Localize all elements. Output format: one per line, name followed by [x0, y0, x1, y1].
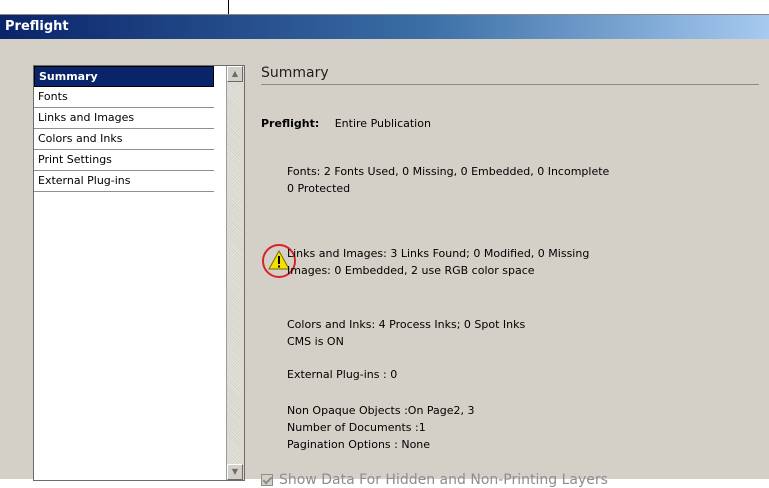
text-cursor — [228, 0, 229, 14]
preflight-row: Preflight: Entire Publication — [261, 117, 431, 130]
plugins-summary: External Plug-ins : 0 — [287, 368, 398, 381]
sidebar-item-external-plug-ins[interactable]: External Plug-ins — [34, 171, 214, 192]
links-line-1: Links and Images: 3 Links Found; 0 Modif… — [287, 247, 590, 260]
misc-summary: Non Opaque Objects :On Page2, 3 Number o… — [287, 402, 475, 453]
show-hidden-layers-checkbox[interactable]: Show Data For Hidden and Non-Printing La… — [261, 472, 608, 488]
preflight-label: Preflight: — [261, 117, 320, 130]
fonts-line-2: 0 Protected — [287, 182, 351, 195]
checkbox-label: Show Data For Hidden and Non-Printing La… — [279, 472, 608, 488]
sidebar-item-colors-and-inks[interactable]: Colors and Inks — [34, 129, 214, 150]
checkbox-check-icon[interactable] — [261, 474, 273, 486]
misc-line-2: Number of Documents :1 — [287, 421, 426, 434]
list-scrollbar[interactable]: ▲ ▼ — [226, 66, 244, 480]
scroll-up-icon[interactable]: ▲ — [227, 66, 243, 82]
misc-line-3: Pagination Options : None — [287, 438, 431, 451]
section-title: Summary — [261, 65, 759, 85]
summary-content: Summary Preflight: Entire Publication Fo… — [261, 65, 761, 488]
sidebar-item-fonts[interactable]: Fonts — [34, 87, 214, 108]
misc-line-1: Non Opaque Objects :On Page2, 3 — [287, 404, 475, 417]
category-list: Summary Fonts Links and Images Colors an… — [34, 66, 214, 192]
links-line-2: Images: 0 Embedded, 2 use RGB color spac… — [287, 264, 535, 277]
fonts-summary: Fonts: 2 Fonts Used, 0 Missing, 0 Embedd… — [287, 163, 609, 197]
window-title: Preflight — [0, 15, 769, 39]
colors-line-2: CMS is ON — [287, 335, 344, 348]
preflight-value: Entire Publication — [334, 117, 431, 130]
links-summary: Links and Images: 3 Links Found; 0 Modif… — [287, 245, 589, 279]
sidebar-item-print-settings[interactable]: Print Settings — [34, 150, 214, 171]
sidebar-item-links-and-images[interactable]: Links and Images — [34, 108, 214, 129]
sidebar-item-summary[interactable]: Summary — [34, 66, 214, 87]
colors-line-1: Colors and Inks: 4 Process Inks; 0 Spot … — [287, 318, 526, 331]
colors-summary: Colors and Inks: 4 Process Inks; 0 Spot … — [287, 316, 525, 350]
fonts-line-1: Fonts: 2 Fonts Used, 0 Missing, 0 Embedd… — [287, 165, 610, 178]
category-list-panel: Summary Fonts Links and Images Colors an… — [33, 65, 245, 481]
preflight-dialog: Preflight Summary Fonts Links and Images… — [0, 14, 769, 488]
